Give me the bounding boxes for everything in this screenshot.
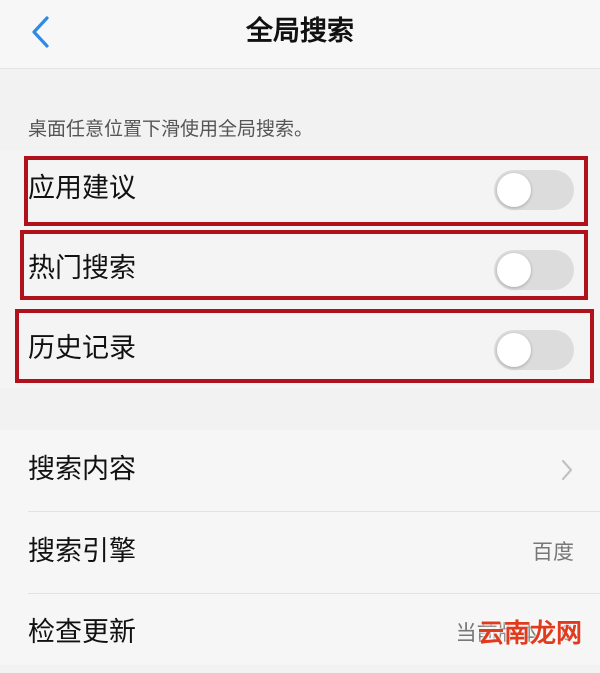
page-title: 全局搜索 bbox=[246, 16, 354, 47]
list-item-search-engine[interactable]: 搜索引擎 百度 bbox=[0, 512, 600, 592]
hot-searches-switch[interactable] bbox=[494, 250, 574, 290]
toggle-label: 应用建议 bbox=[28, 173, 136, 204]
switch-knob bbox=[497, 333, 531, 367]
list-item-search-content[interactable]: 搜索内容 bbox=[0, 430, 600, 510]
watermark: 云南龙网 bbox=[477, 619, 582, 649]
toggle-settings-group: 应用建议 热门搜索 历史记录 bbox=[0, 150, 600, 388]
switch-knob bbox=[497, 173, 531, 207]
list-item-label: 搜索内容 bbox=[28, 454, 136, 485]
list-item-label: 搜索引擎 bbox=[28, 536, 136, 567]
list-item-value: 百度 bbox=[532, 540, 574, 564]
chevron-right-icon bbox=[561, 459, 573, 481]
toggle-row-history[interactable]: 历史记录 bbox=[0, 310, 600, 388]
app-suggestions-switch[interactable] bbox=[494, 170, 574, 210]
toggle-row-app-suggestions[interactable]: 应用建议 bbox=[0, 150, 600, 228]
section-hint: 桌面任意位置下滑使用全局搜索。 bbox=[28, 118, 314, 140]
title-bar: 全局搜索 bbox=[0, 0, 600, 69]
list-item-label: 检查更新 bbox=[28, 617, 136, 648]
toggle-label: 热门搜索 bbox=[28, 253, 136, 284]
history-switch[interactable] bbox=[494, 330, 574, 370]
toggle-row-hot-searches[interactable]: 热门搜索 bbox=[0, 230, 600, 308]
switch-knob bbox=[497, 253, 531, 287]
toggle-label: 历史记录 bbox=[28, 333, 136, 364]
